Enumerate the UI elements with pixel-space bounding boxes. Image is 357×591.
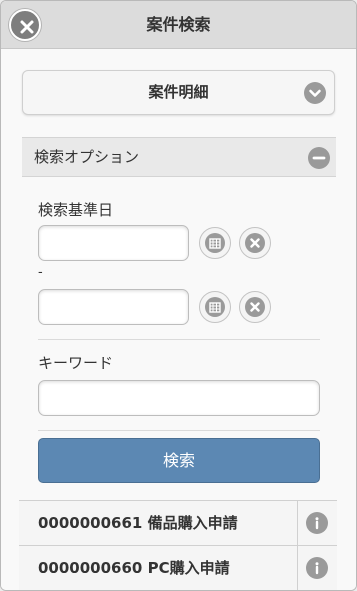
page-title: 案件検索 (146, 15, 211, 34)
close-button[interactable] (9, 9, 41, 41)
divider (297, 546, 298, 590)
date-from-calendar-button[interactable] (199, 227, 231, 259)
divider (297, 501, 298, 545)
calendar-icon (205, 233, 225, 253)
date-from-clear-button[interactable] (239, 227, 271, 259)
search-button[interactable]: 検索 (38, 438, 320, 483)
calendar-icon (205, 297, 225, 317)
chevron-down-icon (304, 82, 326, 104)
header-bar: 案件検索 (1, 1, 356, 49)
case-detail-button[interactable]: 案件明細 (22, 70, 335, 115)
app-frame: 案件検索 案件明細 検索オプション 検索基準日 - キーワード 検索 00000… (0, 0, 357, 591)
info-icon[interactable] (306, 512, 328, 534)
list-item-label: 0000000660 PC購入申請 (38, 559, 230, 577)
clear-icon (245, 233, 265, 253)
list-item[interactable]: 0000000661 備品購入申請 (19, 500, 337, 545)
content-area: 案件明細 検索オプション 検索基準日 - キーワード 検索 0000000661… (1, 49, 356, 590)
date-range-separator: - (38, 265, 43, 280)
close-icon (20, 20, 34, 34)
keyword-input[interactable] (38, 380, 320, 416)
search-button-label: 検索 (162, 451, 195, 470)
date-from-input[interactable] (38, 225, 189, 261)
clear-icon (245, 297, 265, 317)
date-to-input[interactable] (38, 289, 189, 325)
divider (38, 430, 320, 431)
list-item[interactable]: 0000000660 PC購入申請 (19, 545, 337, 590)
case-detail-label: 案件明細 (148, 83, 209, 101)
list-item-label: 0000000661 備品購入申請 (38, 514, 238, 532)
date-to-clear-button[interactable] (239, 291, 271, 323)
info-icon[interactable] (306, 557, 328, 579)
divider (38, 339, 320, 340)
search-options-toggle[interactable]: 検索オプション (22, 137, 336, 177)
keyword-label: キーワード (38, 354, 114, 372)
search-options-label: 検索オプション (34, 148, 140, 166)
date-label: 検索基準日 (38, 201, 114, 219)
minus-icon (308, 147, 330, 169)
date-to-calendar-button[interactable] (199, 291, 231, 323)
